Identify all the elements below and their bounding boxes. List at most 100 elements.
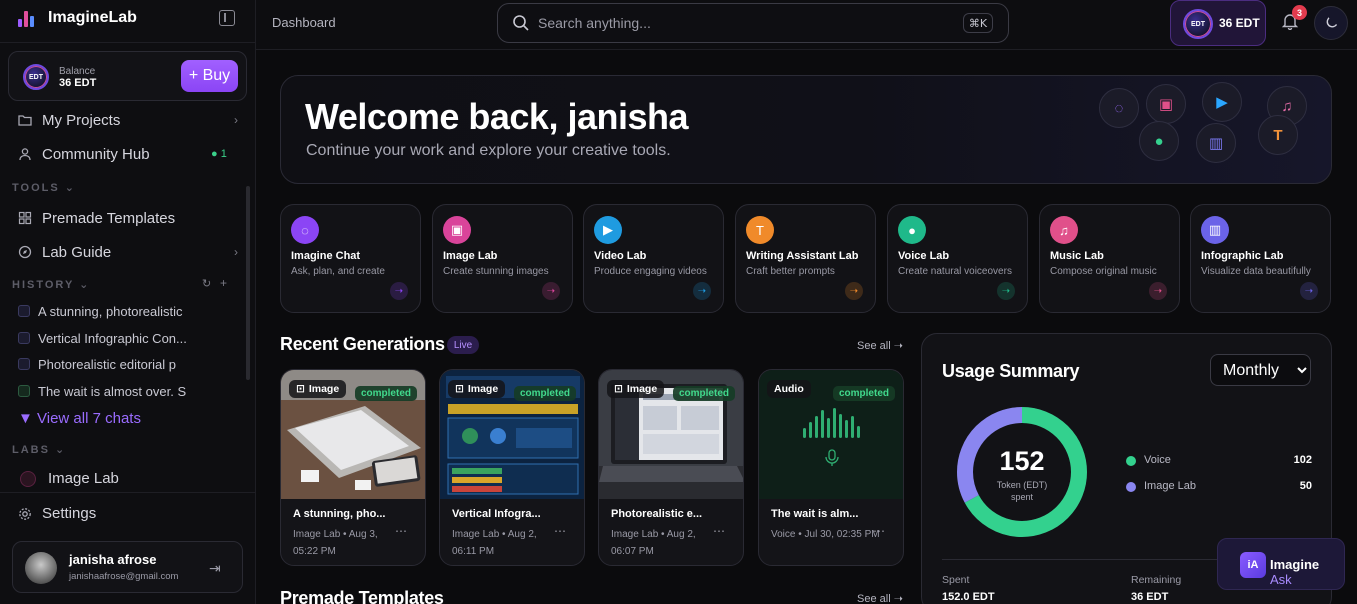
page-subtitle: Continue your work and explore your crea… <box>306 142 671 159</box>
history-item[interactable]: The wait is almost over. S <box>18 382 208 400</box>
user-card[interactable]: janisha afrose janishaafrose@gmail.com ⇥ <box>12 541 243 593</box>
more-options-icon[interactable]: ⋯ <box>395 524 407 538</box>
donut-total: 152 <box>999 446 1044 476</box>
arrow-right-icon[interactable]: ➝ <box>1149 282 1167 300</box>
period-select[interactable]: Monthly <box>1210 354 1311 386</box>
remaining-value: 36 EDT <box>1131 591 1169 603</box>
view-all-chats-link[interactable]: ▼ View all 7 chats <box>18 410 141 427</box>
more-options-icon[interactable]: ⋯ <box>873 524 885 538</box>
sidebar-item-settings[interactable]: Settings <box>18 505 96 522</box>
theme-toggle-button[interactable] <box>1314 6 1348 40</box>
lab-card-infographic-lab[interactable]: ▥ Infographic Lab Visualize data beautiful… <box>1190 204 1331 313</box>
ask-name: Imagine <box>1270 557 1320 572</box>
history-item-label: A stunning, photorealistic <box>38 303 183 319</box>
sidebar-item-lab-guide[interactable]: Lab Guide › <box>18 242 238 262</box>
legend-label: Image Lab <box>1144 480 1196 492</box>
lab-card-title: Infographic Lab <box>1201 250 1284 262</box>
image-icon: ⊡ <box>455 383 464 395</box>
search-icon <box>513 15 529 31</box>
remaining-label: Remaining <box>1131 574 1182 586</box>
imagine-ask-button[interactable]: iA Imagine Ask <box>1217 538 1345 590</box>
token-balance-button[interactable]: EDT 36 EDT <box>1170 0 1266 46</box>
buy-button[interactable]: + Buy <box>181 60 238 92</box>
history-item-label: Photorealistic editorial p <box>38 356 177 372</box>
type-badge: ⊡ Image <box>448 380 506 398</box>
live-badge: Live <box>447 336 479 354</box>
lab-card-music-lab[interactable]: ♫ Music Lab Compose original music ➝ <box>1039 204 1180 313</box>
arrow-right-icon[interactable]: ➝ <box>1300 282 1318 300</box>
see-all-recent-link[interactable]: See all ➝ <box>857 339 903 352</box>
lab-card-video-lab[interactable]: ▶ Video Lab Produce engaging videos ➝ <box>583 204 724 313</box>
donut-caption: Token (EDT) <box>997 480 1048 490</box>
see-all-templates-link[interactable]: See all ➝ <box>857 592 903 604</box>
generation-card[interactable]: ⊡ Image completed A stunning, pho... Imag… <box>280 369 426 566</box>
image-lab-icon <box>18 305 30 317</box>
type-badge: Audio <box>767 380 811 398</box>
lab-card-title: Music Lab <box>1050 250 1104 262</box>
history-item[interactable]: A stunning, photorealistic <box>18 302 208 320</box>
text-icon: T <box>746 216 774 244</box>
type-label: Image <box>626 383 658 395</box>
section-label-tools[interactable]: TOOLS ⌄ <box>12 181 76 194</box>
sidebar-item-community-hub[interactable]: Community Hub <box>18 144 150 164</box>
collapse-sidebar-icon[interactable] <box>219 10 235 26</box>
section-label-labs[interactable]: LABS ⌄ <box>12 443 66 456</box>
edt-token-icon: EDT <box>1183 9 1213 39</box>
more-options-icon[interactable]: ⋯ <box>713 524 725 538</box>
new-chat-icon[interactable]: + <box>220 276 227 290</box>
status-badge: completed <box>354 386 417 401</box>
type-badge: ⊡ Image <box>607 380 665 398</box>
spent-label: Spent <box>942 574 970 586</box>
history-item[interactable]: Photorealistic editorial p <box>18 355 208 373</box>
generation-card[interactable]: ⊡ Image completed Photorealistic e... Ima… <box>598 369 744 566</box>
section-title-templates: Premade Templates <box>280 588 444 604</box>
video-icon: ▶ <box>1202 82 1242 122</box>
arrow-right-icon[interactable]: ➝ <box>845 282 863 300</box>
search-input[interactable] <box>538 4 938 42</box>
balance-label: Balance <box>59 66 96 77</box>
legend-item-image-lab: Image Lab 50 <box>1126 479 1312 495</box>
welcome-hero: Welcome back, janisha Continue your work… <box>280 75 1332 184</box>
generation-card[interactable]: ⊡ Image completed Vertical Infogra... Ima… <box>439 369 585 566</box>
image-lab-icon <box>18 332 30 344</box>
arrow-right-icon[interactable]: ➝ <box>693 282 711 300</box>
lab-card-title: Voice Lab <box>898 250 950 262</box>
compass-icon <box>18 245 32 259</box>
history-item[interactable]: Vertical Infographic Con... <box>18 329 208 347</box>
sidebar-item-premade-templates[interactable]: Premade Templates <box>18 208 175 228</box>
app-root: ImagineLab EDT Balance 36 EDT + Buy My P… <box>0 0 1357 604</box>
arrow-right-icon[interactable]: ➝ <box>390 282 408 300</box>
sidebar-item-image-lab[interactable]: Image Lab <box>20 470 119 487</box>
arrow-right-icon[interactable]: ➝ <box>997 282 1015 300</box>
history-item-label: The wait is almost over. S <box>38 383 187 399</box>
shortcut-badge: ⌘K <box>963 13 993 33</box>
lab-card-title: Image Lab <box>443 250 498 262</box>
generation-title: Vertical Infogra... <box>452 508 541 520</box>
brand-title: ImagineLab <box>48 9 137 26</box>
generation-card[interactable]: Audio completed The wait is alm... Voice… <box>758 369 904 566</box>
spent-value: 152.0 EDT <box>942 591 995 603</box>
sidebar-item-label: Lab Guide <box>42 243 112 261</box>
section-label-history[interactable]: HISTORY ⌄ <box>12 278 90 291</box>
lab-card-voice-lab[interactable]: ● Voice Lab Create natural voiceovers ➝ <box>887 204 1028 313</box>
sidebar-scrollbar[interactable] <box>246 186 250 380</box>
legend-label: Voice <box>1144 454 1171 466</box>
lab-card-desc: Ask, plan, and create <box>291 266 385 277</box>
logout-icon[interactable]: ⇥ <box>209 560 221 577</box>
balance-value: 36 EDT <box>59 77 97 89</box>
search-box[interactable]: ⌘K <box>497 3 1009 43</box>
lab-card-image-lab[interactable]: ▣ Image Lab Create stunning images ➝ <box>432 204 573 313</box>
breadcrumb[interactable]: Dashboard <box>272 15 336 30</box>
lab-card-imagine-chat[interactable]: ◌ Imagine Chat Ask, plan, and create ➝ <box>280 204 421 313</box>
online-count-badge: ● 1 <box>211 148 227 160</box>
sidebar-item-label: Image Lab <box>48 470 119 487</box>
lab-card-writing-assistant-lab[interactable]: T Writing Assistant Lab Craft better promp… <box>735 204 876 313</box>
settings-label: Settings <box>42 505 97 522</box>
balance-card: EDT Balance 36 EDT + Buy <box>8 51 247 101</box>
sidebar-item-my-projects[interactable]: My Projects › <box>18 110 238 130</box>
brand[interactable]: ImagineLab <box>16 6 137 30</box>
type-label: Image <box>467 383 499 395</box>
history-refresh-icon[interactable]: ↻ <box>202 277 211 290</box>
arrow-right-icon[interactable]: ➝ <box>542 282 560 300</box>
more-options-icon[interactable]: ⋯ <box>554 524 566 538</box>
